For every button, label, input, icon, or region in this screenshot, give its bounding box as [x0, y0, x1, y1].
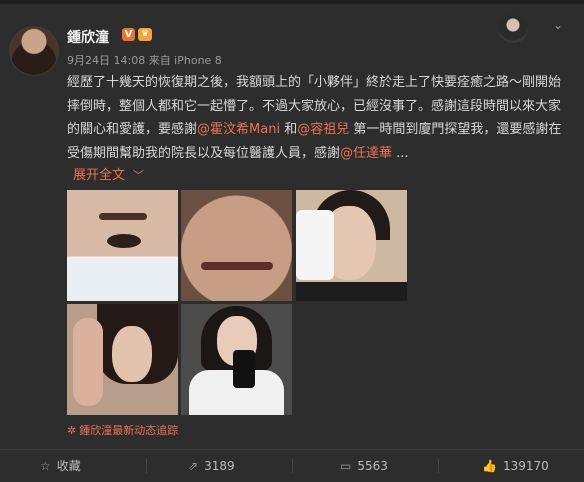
- crown-badge-icon: ♛: [138, 28, 152, 41]
- comment-button[interactable]: ▭ 5563: [340, 450, 388, 482]
- repost-count: 3189: [204, 459, 235, 473]
- repost-button[interactable]: ⇗ 3189: [188, 450, 235, 482]
- mention-link[interactable]: @霍汶希Mani: [197, 122, 280, 137]
- expand-label: 展开全文: [73, 168, 126, 183]
- favorite-button[interactable]: ☆ 收藏: [40, 450, 81, 482]
- author-name[interactable]: 鍾欣潼: [67, 27, 109, 47]
- post-photo[interactable]: [296, 190, 407, 301]
- chevron-down-icon: ﹀: [133, 169, 145, 182]
- follow-label: 鍾欣潼最新动态追踪: [79, 424, 179, 437]
- mention-link[interactable]: @任達華: [340, 146, 392, 161]
- star-icon: ☆: [40, 459, 51, 473]
- spark-icon: ✲: [67, 424, 77, 437]
- divider: [292, 459, 293, 473]
- like-count: 139170: [502, 459, 549, 473]
- verified-badge-icon: V: [122, 28, 135, 41]
- post-photo[interactable]: [67, 304, 178, 415]
- post-menu-chevron-icon[interactable]: ⌄: [553, 18, 563, 32]
- expand-full-text-link[interactable]: 展开全文 ﹀: [73, 164, 144, 183]
- thumbs-up-icon: 👍: [482, 459, 497, 473]
- divider: [146, 459, 147, 473]
- mention-link[interactable]: @容祖兒: [297, 122, 349, 137]
- like-button[interactable]: 👍 139170: [482, 450, 549, 482]
- action-bar: ☆ 收藏 ⇗ 3189 ▭ 5563 👍 139170: [0, 449, 584, 482]
- post-meta: 9月24日 14:08 来自 iPhone 8: [67, 54, 222, 67]
- divider: [438, 459, 439, 473]
- post-photo[interactable]: [67, 190, 178, 301]
- post-photo[interactable]: [181, 304, 292, 415]
- topright-avatar[interactable]: [498, 13, 528, 43]
- author-avatar[interactable]: [9, 26, 59, 76]
- repost-icon: ⇗: [188, 459, 199, 473]
- content-text-4: ...: [392, 145, 409, 161]
- comment-count: 5563: [357, 459, 388, 473]
- avatar-image: [10, 27, 58, 75]
- post-content: 經歷了十幾天的恢復期之後，我額頭上的「小夥伴」終於走上了快要痊癒之路～剛開始摔倒…: [67, 71, 567, 165]
- post-photo[interactable]: [181, 190, 292, 301]
- follow-tracking-link[interactable]: ✲ 鍾欣潼最新动态追踪: [67, 422, 178, 438]
- comment-icon: ▭: [340, 459, 352, 473]
- content-text-2: 和: [280, 122, 298, 137]
- favorite-label: 收藏: [56, 459, 81, 473]
